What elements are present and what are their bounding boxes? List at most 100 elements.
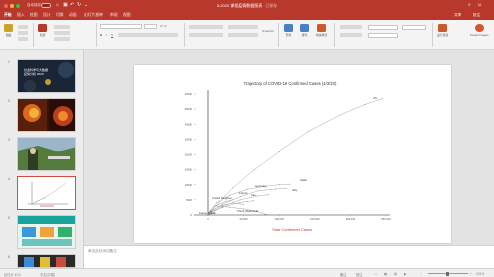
design-ideas-button[interactable]: 设计灵感 [437, 24, 448, 37]
new-slide-button[interactable]: 新建 [38, 24, 47, 37]
separator [278, 23, 279, 47]
layout-button[interactable] [54, 25, 70, 29]
data-point-italy [216, 202, 217, 204]
sorter-view-icon[interactable]: ▦ [384, 272, 387, 276]
reset-button[interactable] [54, 31, 70, 35]
share-button[interactable]: 共享 [454, 13, 461, 18]
chart-axes: 0 5000 10000 15000 20000 25000 30000 35000 40000… [185, 90, 391, 221]
data-point-us [339, 114, 341, 116]
tab-view[interactable]: 视图 [123, 13, 131, 18]
paste-icon [4, 24, 13, 32]
search-icon[interactable]: ⌕ [468, 2, 471, 8]
separator [96, 23, 97, 47]
label-iran: Iran [251, 193, 256, 197]
columns-group[interactable] [228, 33, 258, 37]
data-point-germany [257, 195, 259, 197]
font-size-field[interactable] [144, 24, 157, 29]
data-point-china [266, 214, 267, 215]
slideshow-view-icon[interactable]: ▶ [404, 272, 406, 276]
comments-button[interactable]: 批注 [473, 13, 480, 18]
paste-button[interactable]: 粘贴 [4, 24, 13, 37]
account-icon[interactable]: ☺ [477, 2, 482, 8]
slide-thumbnail-1[interactable]: 社会科学与大数据 疫情分析 2020 [17, 59, 76, 93]
section-button[interactable] [54, 37, 70, 41]
zoom-level[interactable]: 101% [476, 272, 484, 276]
data-point-germany [268, 194, 269, 196]
slide-thumbnail-4[interactable] [17, 176, 76, 210]
notes-pane[interactable]: 单击此处添加备注 [84, 245, 494, 268]
tab-home[interactable]: 开始 [4, 13, 12, 18]
data-point-us [232, 187, 234, 189]
slide-thumbnail-panel[interactable]: 1 社会科学与大数据 疫情分析 2020 2 3 4 5 6 [0, 50, 84, 268]
dictate-button[interactable] [402, 25, 426, 30]
font-effects-group[interactable] [118, 33, 178, 37]
x-tick-label: 100,000 [275, 217, 285, 221]
shapes-button[interactable]: 形状 [284, 24, 293, 37]
covid-trajectory-chart[interactable]: Trajectory of COVID-19 Confirmed Cases (… [134, 65, 451, 243]
quick-styles-button[interactable]: 快速样式 [316, 24, 327, 37]
alignment-group[interactable] [189, 33, 223, 37]
slide-number: 2 [8, 99, 10, 103]
slide-thumbnail-5[interactable] [17, 215, 76, 249]
replace-button[interactable] [368, 25, 398, 30]
separator [184, 23, 185, 47]
data-point-us [382, 98, 383, 99]
arrange-button[interactable]: 排列 [300, 24, 309, 37]
data-point-us [218, 202, 220, 204]
tab-draw[interactable]: 绘图 [30, 13, 38, 18]
slide-1-title: 社会科学与大数据 疫情分析 2020 [24, 68, 48, 76]
separator [432, 23, 433, 47]
comments-toggle-button[interactable]: 批注 [356, 272, 362, 277]
font-name-field[interactable] [100, 24, 142, 29]
slide-number: 1 [8, 60, 10, 64]
smartart-button[interactable]: SmartArt [262, 29, 274, 33]
reading-view-icon[interactable]: ▤ [394, 272, 397, 276]
grow-font-icon[interactable]: A⁺ A⁻ [160, 24, 168, 28]
tab-design[interactable]: 设计 [43, 13, 51, 18]
tab-insert[interactable]: 插入 [17, 13, 25, 18]
slide-5-image [18, 216, 75, 248]
bullets-group[interactable] [189, 25, 223, 29]
copy-button[interactable] [18, 31, 28, 35]
shape-fill-group[interactable] [340, 25, 362, 29]
cut-button[interactable] [18, 25, 28, 29]
y-tick-label: 5000 [186, 198, 192, 202]
tab-transitions[interactable]: 切换 [56, 13, 64, 18]
pocket-images-icon [474, 24, 484, 32]
italic-button[interactable]: I [106, 33, 107, 37]
select-button[interactable] [368, 33, 398, 38]
zoom-in-icon[interactable]: + [470, 272, 472, 276]
normal-view-icon[interactable]: ▭ [374, 272, 377, 276]
slide-thumbnail-6[interactable] [17, 254, 76, 268]
document-title: 3-2020 课程疫情数据图表 已保存 [0, 3, 494, 9]
language-indicator[interactable]: 中文(中国) [40, 272, 55, 277]
data-point-spain [285, 188, 287, 189]
status-bar: 幻灯片 4/12 中文(中国) 备注 批注 ▭ ▦ ▤ ▶ − + 101% [0, 268, 494, 277]
separator [33, 23, 34, 47]
pocket-images-button[interactable]: Pocket Images [470, 24, 489, 37]
text-direction-group[interactable] [228, 25, 258, 29]
slide-number: 6 [8, 255, 10, 259]
slide-number: 5 [8, 216, 10, 220]
format-painter-button[interactable] [18, 37, 28, 41]
chart-x-axis-label: Total Confirmed Cases [272, 227, 312, 232]
design-ideas-label: 设计灵感 [437, 33, 449, 37]
tab-animations[interactable]: 动画 [69, 13, 77, 18]
notes-toggle-button[interactable]: 备注 [340, 272, 346, 277]
tab-review[interactable]: 审阅 [110, 13, 118, 18]
shape-outline-group[interactable] [340, 33, 362, 37]
zoom-out-icon[interactable]: − [420, 272, 422, 276]
zoom-slider-handle[interactable] [446, 271, 449, 276]
data-point-iran [232, 202, 234, 204]
data-point-france [253, 200, 254, 202]
data-point-china [264, 213, 266, 215]
current-slide[interactable]: Trajectory of COVID-19 Confirmed Cases (… [134, 65, 451, 243]
tab-slideshow[interactable]: 幻灯片放映 [84, 13, 103, 18]
data-point-united-kingdom [225, 201, 227, 202]
slide-editing-area[interactable]: Trajectory of COVID-19 Confirmed Cases (… [84, 50, 494, 245]
slide-thumbnail-3[interactable] [17, 137, 76, 171]
bold-button[interactable]: B [100, 33, 102, 37]
y-tick-label: 25000 [185, 137, 193, 141]
slide-thumbnail-2[interactable] [17, 98, 76, 132]
underline-button[interactable]: U [111, 33, 113, 37]
